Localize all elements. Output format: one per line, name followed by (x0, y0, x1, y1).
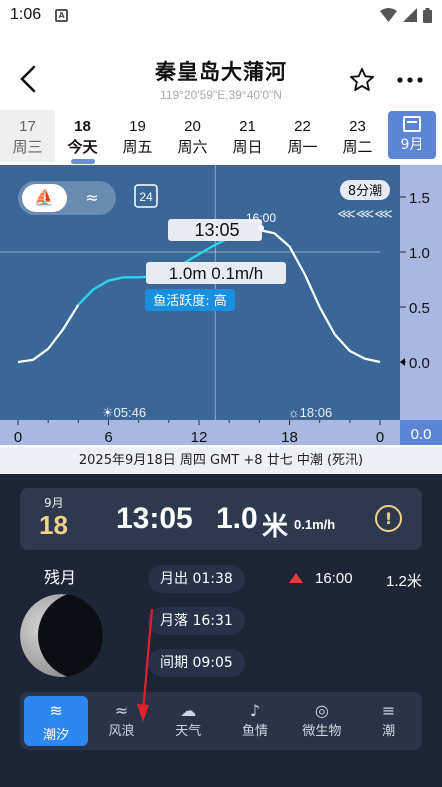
card-height: 1.0 (216, 502, 258, 535)
tab-wind[interactable]: ≈ 风浪 (88, 692, 155, 750)
y-tick-label: 1.5 (409, 190, 430, 207)
date-item-19[interactable]: 19 周五 (110, 110, 165, 162)
fish-icons: ⋘⋘⋘ (337, 207, 392, 222)
tab-tide[interactable]: ≋ 潮汐 (24, 696, 89, 746)
status-bar: 1:06 A (0, 0, 442, 30)
fish-activity-label: 鱼活跃度: 高 (153, 293, 227, 309)
date-day: 23 (349, 118, 366, 135)
x-tick-label: 6 (104, 429, 112, 445)
moonset-pill: 月落 16:31 (148, 607, 245, 635)
tide-tag-label: 8分潮 (348, 184, 382, 199)
tab-more[interactable]: ≡ 潮 (355, 692, 422, 750)
date-selector: 17 周三 18 今天 19 周五 20 周六 21 周日 22 周一 23 周二 (0, 110, 442, 164)
battery-icon (423, 7, 432, 23)
tide-view-icon: ⛵ (34, 188, 54, 207)
clock: 1:06 (10, 6, 42, 23)
wifi-icon (380, 8, 397, 22)
interval-pill: 间期 09:05 (148, 649, 245, 677)
date-day: 18 (74, 118, 91, 135)
date-day: 22 (294, 118, 311, 135)
calendar-month-label: 9月 (400, 137, 424, 153)
today-indicator (70, 159, 95, 164)
card-speed: 0.1m/h (294, 517, 336, 532)
calendar-button[interactable]: 9月 (388, 111, 436, 159)
star-icon (349, 67, 375, 91)
tab-fish[interactable]: ♪ 鱼情 (222, 692, 289, 750)
date-weekday: 周一 (287, 138, 318, 156)
corner-value: 0.0 (411, 426, 432, 443)
more-icon: ≡ (381, 701, 396, 720)
peak-dot (258, 225, 264, 231)
high-tide-value: 1.2米 (386, 573, 422, 590)
x-tick-label: 12 (191, 429, 208, 445)
y-tick-label: 0.5 (409, 300, 430, 317)
bottom-tab-bar: ≋ 潮汐 ≈ 风浪 ☁ 天气 ♪ 鱼情 ◎ 微生物 ≡ 潮 (20, 692, 422, 750)
x-tick-label: 0 (376, 429, 384, 445)
wave-view-icon: ≈ (85, 188, 98, 207)
date-weekday: 周六 (177, 138, 208, 156)
details-panel: 9月 18 13:05 1.0 米 0.1m/h ! 残月 月出 01:38 月… (0, 474, 442, 787)
date-weekday: 周五 (122, 138, 153, 156)
x-tick-label: 0 (14, 429, 22, 445)
date-weekday: 周日 (232, 138, 263, 156)
tab-label: 天气 (175, 724, 202, 739)
high-tide-info: 16:00 1.2米 (289, 570, 429, 590)
card-day: 18 (39, 510, 68, 540)
date-info-line: 2025年9月18日 周四 GMT +8 廿七 中潮 (死汛) (0, 447, 442, 474)
date-day: 20 (184, 118, 201, 135)
date-item-21[interactable]: 21 周日 (220, 110, 275, 162)
date-item-18[interactable]: 18 今天 (55, 110, 110, 164)
tab-label: 风浪 (108, 724, 135, 739)
date-weekday: 周二 (342, 138, 373, 156)
current-tide-card: 9月 18 13:05 1.0 米 0.1m/h ! (20, 488, 422, 550)
date-item-23[interactable]: 23 周二 (330, 110, 385, 162)
moonrise-pill: 月出 01:38 (148, 565, 245, 593)
date-item-17[interactable]: 17 周三 (0, 110, 55, 162)
fish-icon: ♪ (249, 701, 261, 720)
sunset-label: ☼18:06 (288, 405, 332, 420)
more-menu-button[interactable] (396, 66, 424, 88)
high-tide-time: 16:00 (315, 570, 353, 587)
sunrise-label: ☀05:46 (102, 405, 146, 420)
favorite-button[interactable] (348, 66, 376, 99)
x-tick-label: 18 (281, 429, 298, 445)
signal-icon (403, 8, 417, 22)
moon-phase-label: 残月 (44, 568, 77, 587)
date-weekday: 今天 (67, 138, 98, 156)
date-item-20[interactable]: 20 周六 (165, 110, 220, 162)
tab-label: 潮 (382, 724, 396, 739)
moon-phase-icon (20, 594, 103, 677)
wind-icon: ≈ (114, 701, 129, 720)
calendar-icon (403, 116, 421, 132)
date-day: 19 (129, 118, 146, 135)
tab-label: 微生物 (302, 724, 342, 739)
date-day: 17 (19, 118, 36, 135)
tide-chart[interactable]: 13:05 1.0m 0.1m/h 鱼活跃度: 高 16:00 ⛵ ≈24 8分潮 ⋘⋘⋘ ☀0… (0, 165, 442, 445)
badge-24-label: 24 (139, 190, 153, 204)
high-tide-up-icon (289, 573, 303, 583)
more-dots-icon (397, 77, 423, 83)
date-item-22[interactable]: 22 周一 (275, 110, 330, 162)
tab-cloud[interactable]: ☁ 天气 (155, 692, 222, 750)
header: 秦皇岛大蒲河 119°20'59"E,39°40'0"N (0, 48, 442, 108)
date-weekday: 周三 (12, 138, 43, 156)
tab-label: 潮汐 (43, 728, 70, 743)
tide-icon: ≋ (49, 701, 63, 720)
info-alert-icon[interactable]: ! (375, 505, 402, 532)
tab-label: 鱼情 (242, 724, 269, 739)
y-tick-label: 1.0 (409, 245, 430, 262)
card-month: 9月 (44, 496, 64, 510)
current-time-label: 13:05 (194, 220, 239, 240)
tab-microbe[interactable]: ◎ 微生物 (288, 692, 355, 750)
date-day: 21 (239, 118, 256, 135)
cloud-icon: ☁ (180, 701, 197, 720)
current-value-label: 1.0m 0.1m/h (169, 264, 264, 283)
y-tick-label: 0.0 (409, 355, 430, 372)
card-time: 13:05 (116, 502, 193, 535)
notification-icon: A (55, 8, 69, 22)
peak-time-label: 16:00 (246, 211, 276, 225)
card-height-unit: 米 (262, 512, 289, 542)
microbe-icon: ◎ (314, 701, 329, 720)
